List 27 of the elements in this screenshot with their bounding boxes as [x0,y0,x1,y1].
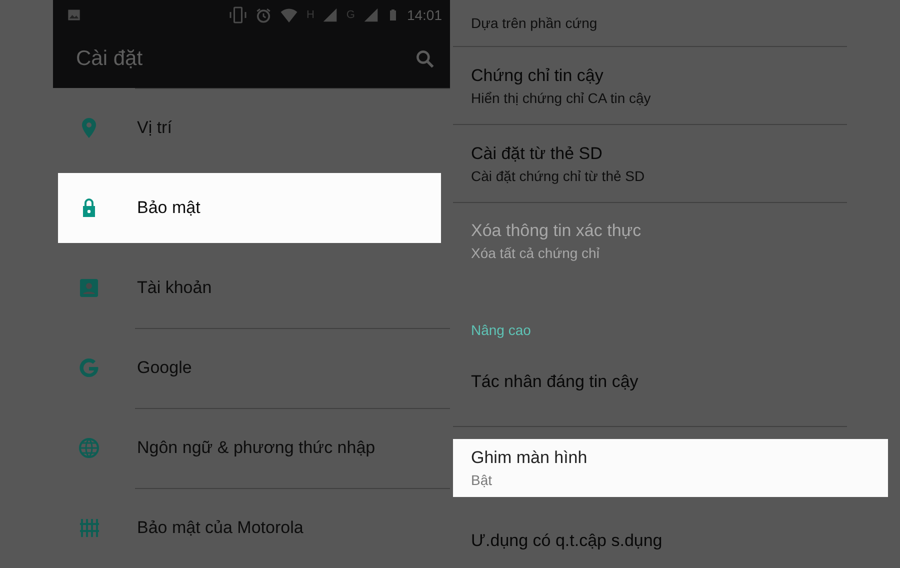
settings-item[interactable]: Tác nhân đáng tin cậy [453,338,889,427]
account-box-icon [77,276,101,300]
settings-item[interactable]: Dựa trên phần cứng [453,0,889,48]
section-header: Nâng cao [471,322,531,338]
signal-icon [322,7,338,23]
vibrate-icon [229,6,248,24]
settings-item[interactable]: Chứng chỉ tin cậy Hiển thị chứng chỉ CA tin cậy [453,47,889,125]
settings-item[interactable]: Cài đặt từ thẻ SD Cài đặt chứng chỉ từ thẻ SD [453,124,889,202]
signal-icon [362,7,379,23]
globe-icon [77,436,101,460]
search-icon[interactable] [414,48,436,70]
alarm-clock-icon [255,6,272,24]
image-icon [67,8,81,22]
g-letter-icon [77,356,101,380]
status-time: 14:01 [406,7,442,23]
settings-item[interactable]: Tài khoản [53,248,450,328]
settings-item[interactable]: Ngôn ngữ & phương thức nhập [53,408,450,488]
fence-grid-icon [77,516,101,540]
settings-item: Xóa thông tin xác thực Xóa tất cả chứng chỉ [470,220,642,264]
settings-item[interactable]: Bảo mật của Motorola [53,488,450,568]
app-bar-title: Cài đặt [76,47,144,71]
wifi-icon [280,6,298,24]
settings-item[interactable]: Vị trí [53,88,450,168]
settings-item[interactable]: Ư.dụng có q.t.cập s.dụng [453,510,889,568]
settings-item[interactable]: Bảo mật [58,173,441,243]
settings-item[interactable]: Ghim màn hình Bật [453,438,888,497]
settings-item[interactable]: Google [53,328,450,408]
